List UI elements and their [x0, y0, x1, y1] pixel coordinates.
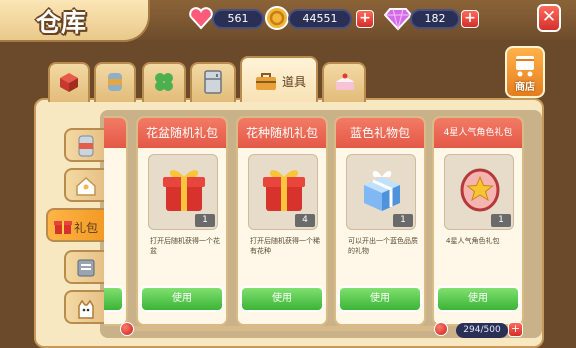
horizontal-scrollbar[interactable]	[132, 326, 438, 331]
side-tab-gift-packs[interactable]: 礼包	[46, 208, 104, 242]
capacity-counter: 294/500	[456, 323, 508, 338]
book-icon	[77, 259, 95, 277]
item-count: 1	[393, 214, 413, 227]
can-icon	[78, 135, 94, 157]
item-name: 4星人气角色礼包	[434, 118, 522, 148]
tab-materials[interactable]	[48, 62, 90, 102]
gem-icon	[383, 5, 413, 35]
scroll-left-handle[interactable]	[120, 322, 134, 336]
side-tab-cat[interactable]	[64, 290, 104, 324]
item-count: 4	[295, 214, 315, 227]
gems-counter: 182	[410, 9, 460, 29]
partial-card	[104, 116, 128, 326]
cat-icon	[78, 299, 94, 319]
page-title: 仓库	[36, 8, 87, 37]
side-tab-gift-packs-label: 礼包	[74, 221, 99, 235]
item-description: 4星人气角色礼包	[446, 237, 500, 245]
use-button[interactable]: 使用	[436, 286, 520, 312]
star-badge-icon	[460, 168, 500, 212]
tab-items-label: 道具	[282, 75, 307, 89]
gift-icon	[54, 221, 72, 234]
item-card[interactable]: 蓝色礼物包 1 可以开出一个蓝色品质的礼物 使用	[334, 116, 426, 326]
partial-use-button[interactable]	[104, 286, 124, 312]
tab-cans[interactable]	[94, 62, 136, 102]
add-gems-button[interactable]: +	[461, 10, 479, 28]
close-button[interactable]: ✕	[537, 4, 561, 32]
item-card[interactable]: 4星人气角色礼包 1 4星人气角色礼包 使用	[432, 116, 524, 326]
item-name: 花种随机礼包	[238, 118, 326, 148]
item-count: 1	[491, 214, 511, 227]
use-button[interactable]: 使用	[338, 286, 422, 312]
item-description: 打开后随机获得一个稀有花种	[250, 237, 320, 255]
item-icon-box: 1	[444, 154, 514, 230]
blue-gift-icon	[364, 170, 400, 211]
item-description: 可以开出一个蓝色品质的礼物	[348, 237, 418, 255]
cake-icon	[336, 73, 354, 90]
hearts-counter: 561	[212, 9, 264, 29]
house-icon	[76, 176, 96, 196]
coins-counter: 44551	[288, 9, 352, 29]
red-gift-icon	[163, 170, 205, 211]
side-tab-cans[interactable]	[64, 128, 104, 162]
red-box-icon	[60, 73, 78, 92]
tab-appliances[interactable]	[190, 62, 236, 102]
item-name: 花盆随机礼包	[138, 118, 226, 148]
item-name: 蓝色礼物包	[336, 118, 424, 148]
item-icon-box: 4	[248, 154, 318, 230]
can-icon	[108, 73, 122, 91]
tab-items[interactable]: 道具	[240, 56, 318, 102]
red-gift-icon	[263, 170, 305, 211]
item-description: 打开后随机获得一个花盆	[150, 237, 220, 255]
toolbox-icon	[256, 73, 276, 90]
item-card[interactable]: 花种随机礼包 4 打开后随机获得一个稀有花种 使用	[236, 116, 328, 326]
scroll-right-handle[interactable]	[434, 322, 448, 336]
shop-label: 商店	[515, 82, 535, 93]
item-icon-box: 1	[346, 154, 416, 230]
fridge-icon	[204, 70, 222, 94]
item-card[interactable]: 花盆随机礼包 1 打开后随机获得一个花盆 使用	[136, 116, 228, 326]
coin-icon	[264, 5, 290, 35]
item-icon-box: 1	[148, 154, 218, 230]
side-tab-book[interactable]	[64, 250, 104, 284]
heart-icon	[188, 5, 214, 35]
use-button[interactable]: 使用	[240, 286, 324, 312]
clover-icon	[155, 73, 173, 91]
tab-food[interactable]	[322, 62, 366, 102]
item-count: 1	[195, 214, 215, 227]
tab-plants[interactable]	[142, 62, 186, 102]
use-button[interactable]: 使用	[140, 286, 224, 312]
expand-capacity-button[interactable]: +	[508, 322, 523, 337]
cart-icon	[516, 56, 534, 77]
side-tab-house[interactable]	[64, 168, 104, 202]
add-coins-button[interactable]: +	[356, 10, 374, 28]
